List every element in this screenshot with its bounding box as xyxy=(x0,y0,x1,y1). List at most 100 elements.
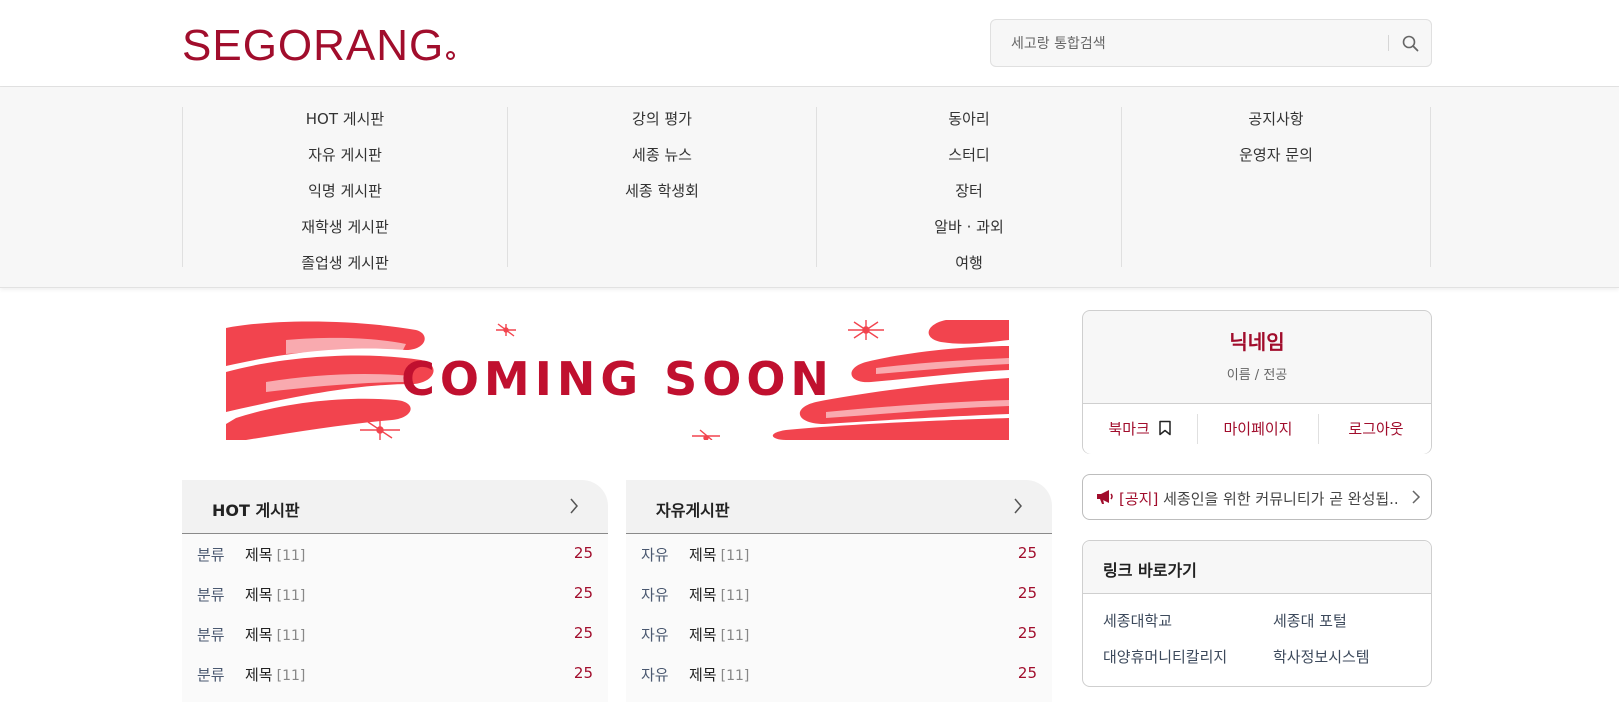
row-title-text: 제목 xyxy=(245,586,273,604)
board-title[interactable]: HOT 게시판 xyxy=(212,497,300,521)
board-row[interactable]: 분류 제목 [11] 25 xyxy=(182,574,608,614)
row-title-text: 제목 xyxy=(689,666,717,684)
logout-button[interactable]: 로그아웃 xyxy=(1319,404,1433,454)
board-row[interactable]: 분류 제목 [11] 25 xyxy=(182,654,608,694)
board-rows: 분류 제목 [11] 25 분류 제목 [11] 25 분류 제목 [11] 25 분… xyxy=(182,534,608,702)
profile-nickname: 닉네임 xyxy=(1229,330,1285,354)
chevron-right-icon[interactable] xyxy=(569,497,579,515)
row-category: 자유 xyxy=(641,666,669,684)
nav-item-anonymous-board[interactable]: 익명 게시판 xyxy=(183,179,507,203)
board-header: HOT 게시판 xyxy=(182,480,608,534)
notice-message: 세종인을 위한 커뮤니티가 곧 완성됩... xyxy=(1163,490,1399,508)
nav-column-community: 동아리 스터디 장터 알바 · 과외 여행 xyxy=(816,107,1121,272)
link-sejong-university[interactable]: 세종대학교 xyxy=(1103,610,1172,631)
row-title: 제목 [11] xyxy=(245,624,305,645)
row-number: 25 xyxy=(1017,544,1037,562)
row-title: 제목 [11] xyxy=(245,664,305,685)
notice-bar[interactable]: [공지] 세종인을 위한 커뮤니티가 곧 완성됩... xyxy=(1082,474,1432,520)
row-title: 제목 [11] xyxy=(689,584,749,605)
nav-item-study[interactable]: 스터디 xyxy=(817,143,1121,167)
nav-item-hot-board[interactable]: HOT 게시판 xyxy=(183,107,507,131)
row-title: 제목 [11] xyxy=(689,544,749,565)
row-number: 25 xyxy=(1017,584,1037,602)
quick-links-box: 링크 바로가기 세종대학교 세종대 포털 대양휴머니티칼리지 학사정보시스템 xyxy=(1082,540,1432,687)
board-header: 자유게시판 xyxy=(626,480,1052,534)
board-row[interactable]: 자유 제목 [11] 25 xyxy=(626,654,1052,694)
link-academic-info-system[interactable]: 학사정보시스템 xyxy=(1273,646,1370,667)
row-title: 제목 [11] xyxy=(689,624,749,645)
row-title-text: 제목 xyxy=(245,546,273,564)
row-comment-count: [11] xyxy=(720,668,750,684)
search-icon[interactable] xyxy=(1399,32,1423,56)
board-rows: 자유 제목 [11] 25 자유 제목 [11] 25 자유 제목 [11] 25 자… xyxy=(626,534,1052,702)
profile-card: 닉네임 이름 / 전공 북마크 마이페이지 로그아웃 xyxy=(1082,310,1432,454)
row-comment-count: [11] xyxy=(720,588,750,604)
nav-item-travel[interactable]: 여행 xyxy=(817,251,1121,275)
row-title-text: 제목 xyxy=(245,666,273,684)
nav-item-market[interactable]: 장터 xyxy=(817,179,1121,203)
nav-item-parttime-tutoring[interactable]: 알바 · 과외 xyxy=(817,215,1121,239)
banner-text: COMING SOON xyxy=(401,352,834,406)
chevron-right-icon[interactable] xyxy=(1013,497,1023,515)
notice-text: [공지] 세종인을 위한 커뮤니티가 곧 완성됩... xyxy=(1119,488,1399,509)
row-category: 분류 xyxy=(197,586,225,604)
row-number: 25 xyxy=(573,544,593,562)
bookmark-label: 북마크 xyxy=(1108,420,1150,438)
row-title-text: 제목 xyxy=(689,546,717,564)
board-row[interactable]: 분류 제목 [11] 25 xyxy=(182,534,608,574)
nav-item-club[interactable]: 동아리 xyxy=(817,107,1121,131)
link-sejong-portal[interactable]: 세종대 포털 xyxy=(1273,610,1347,631)
link-daeyang-humanity-college[interactable]: 대양휴머니티칼리지 xyxy=(1103,646,1227,667)
search-divider xyxy=(1388,35,1389,51)
row-number: 25 xyxy=(573,664,593,682)
quick-links-title: 링크 바로가기 xyxy=(1103,561,1197,580)
row-category: 분류 xyxy=(197,626,225,644)
nav-item-contact-admin[interactable]: 운영자 문의 xyxy=(1122,143,1430,167)
nav-item-notices[interactable]: 공지사항 xyxy=(1122,107,1430,131)
profile-name-major: 이름 / 전공 xyxy=(1226,368,1288,383)
row-category: 자유 xyxy=(641,546,669,564)
row-title-text: 제목 xyxy=(245,626,273,644)
mega-menu: HOT 게시판 자유 게시판 익명 게시판 재학생 게시판 졸업생 게시판 강의… xyxy=(0,87,1619,288)
free-board-panel: 자유게시판 자유 제목 [11] 25 자유 제목 [11] 25 자유 제목 [11… xyxy=(626,480,1052,702)
row-title: 제목 [11] xyxy=(245,584,305,605)
board-title[interactable]: 자유게시판 xyxy=(656,497,730,521)
nav-item-student-council[interactable]: 세종 학생회 xyxy=(508,179,816,203)
hot-board-panel: HOT 게시판 분류 제목 [11] 25 분류 제목 [11] 25 분류 제목[… xyxy=(182,480,608,702)
row-category: 자유 xyxy=(641,626,669,644)
logo-dot xyxy=(446,51,456,60)
nav-item-student-board[interactable]: 재학생 게시판 xyxy=(183,215,507,239)
board-row[interactable]: 자유 제목 [11] 25 xyxy=(626,614,1052,654)
search-input[interactable] xyxy=(1011,33,1371,55)
profile-actions: 북마크 마이페이지 로그아웃 xyxy=(1083,404,1431,454)
site-header: SEGORANG xyxy=(0,0,1619,87)
board-row[interactable]: 분류 제목 [11] 25 xyxy=(182,614,608,654)
nav-item-free-board[interactable]: 자유 게시판 xyxy=(183,143,507,167)
board-row[interactable]: 자유 제목 [11] 25 xyxy=(626,574,1052,614)
bookmark-button[interactable]: 북마크 xyxy=(1083,404,1197,454)
bookmark-icon xyxy=(1158,420,1171,436)
board-row[interactable]: 자유 제목 [11] 25 xyxy=(626,534,1052,574)
row-comment-count: [11] xyxy=(276,588,306,604)
row-number: 25 xyxy=(1017,664,1037,682)
nav-column-boards: HOT 게시판 자유 게시판 익명 게시판 재학생 게시판 졸업생 게시판 xyxy=(182,107,507,272)
quick-links-header: 링크 바로가기 xyxy=(1083,541,1431,594)
row-category: 분류 xyxy=(197,666,225,684)
logo-text: SEGORANG xyxy=(182,21,445,70)
nav-item-lecture-review[interactable]: 강의 평가 xyxy=(508,107,816,131)
row-comment-count: [11] xyxy=(276,668,306,684)
row-category: 분류 xyxy=(197,546,225,564)
chevron-right-icon xyxy=(1412,490,1421,504)
notice-tag: [공지] xyxy=(1119,490,1159,508)
mypage-button[interactable]: 마이페이지 xyxy=(1198,404,1318,454)
site-logo[interactable]: SEGORANG xyxy=(182,21,456,70)
nav-item-sejong-news[interactable]: 세종 뉴스 xyxy=(508,143,816,167)
row-comment-count: [11] xyxy=(276,628,306,644)
nav-item-alumni-board[interactable]: 졸업생 게시판 xyxy=(183,251,507,275)
row-comment-count: [11] xyxy=(720,628,750,644)
row-comment-count: [11] xyxy=(276,548,306,564)
nav-column-service: 공지사항 운영자 문의 xyxy=(1121,107,1431,267)
row-title-text: 제목 xyxy=(689,586,717,604)
coming-soon-banner: COMING SOON xyxy=(226,320,1009,440)
row-number: 25 xyxy=(1017,624,1037,642)
